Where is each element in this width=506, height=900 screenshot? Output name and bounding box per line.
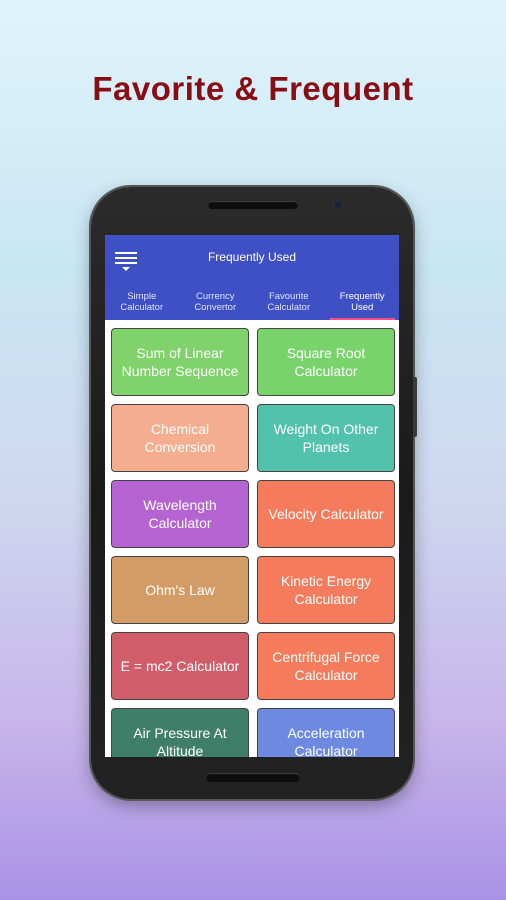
app-bar: Frequently Used Simple Calculator Curren…: [105, 235, 399, 320]
tile-label: Acceleration Calculator: [287, 725, 365, 757]
tile-label: Weight On Other Planets: [273, 421, 379, 455]
tile-label: Chemical Conversion: [144, 421, 216, 455]
tile-wavelength[interactable]: Wavelength Calculator: [111, 480, 249, 548]
tab-label-line2: Convertor: [194, 302, 237, 313]
app-screen: Frequently Used Simple Calculator Curren…: [105, 235, 399, 757]
tile-label: Ohm's Law: [145, 582, 215, 598]
phone-frame: Frequently Used Simple Calculator Curren…: [91, 187, 417, 799]
tab-label-line1: Currency: [195, 291, 235, 302]
tile-kinetic-energy[interactable]: Kinetic Energy Calculator: [257, 556, 395, 624]
earpiece-speaker: [208, 201, 298, 209]
tile-square-root[interactable]: Square Root Calculator: [257, 328, 395, 396]
tile-ohms-law[interactable]: Ohm's Law: [111, 556, 249, 624]
tile-label: Kinetic Energy Calculator: [280, 573, 372, 607]
tile-label: Air Pressure At Altitude: [133, 725, 227, 757]
tile-label: E = mc2 Calculator: [120, 658, 240, 674]
tile-sum-linear-sequence[interactable]: Sum of Linear Number Sequence: [111, 328, 249, 396]
tile-centrifugal-force[interactable]: Centrifugal Force Calculator: [257, 632, 395, 700]
tile-label: Centrifugal Force Calculator: [272, 649, 380, 683]
tab-frequently-used[interactable]: Frequently Used: [326, 286, 400, 320]
bottom-speaker: [206, 773, 300, 782]
side-button: [413, 377, 417, 437]
tab-favourite-calculator[interactable]: Favourite Calculator: [252, 286, 326, 320]
tab-currency-convertor[interactable]: Currency Convertor: [179, 286, 253, 320]
tile-weight-other-planets[interactable]: Weight On Other Planets: [257, 404, 395, 472]
app-bar-title: Frequently Used: [207, 250, 297, 264]
tab-label-line1: Frequently: [339, 291, 385, 302]
tab-label-line1: Favourite: [268, 291, 309, 302]
tile-acceleration[interactable]: Acceleration Calculator: [257, 708, 395, 757]
tab-bar: Simple Calculator Currency Convertor Fav…: [105, 286, 399, 320]
tab-label-line2: Used: [351, 302, 374, 313]
tab-label-line1: Simple: [127, 291, 157, 302]
tab-label-line2: Calculator: [120, 302, 164, 313]
calculator-grid: Sum of Linear Number Sequence Square Roo…: [105, 320, 399, 757]
tab-label-line2: Calculator: [267, 302, 311, 313]
tile-air-pressure[interactable]: Air Pressure At Altitude: [111, 708, 249, 757]
front-camera: [334, 201, 342, 209]
tile-label: Velocity Calculator: [268, 506, 384, 522]
tile-e-mc2[interactable]: E = mc2 Calculator: [111, 632, 249, 700]
tile-label: Sum of Linear Number Sequence: [121, 345, 239, 379]
promo-title: Favorite & Frequent: [92, 70, 414, 107]
tile-velocity[interactable]: Velocity Calculator: [257, 480, 395, 548]
tile-chemical-conversion[interactable]: Chemical Conversion: [111, 404, 249, 472]
tab-simple-calculator[interactable]: Simple Calculator: [105, 286, 179, 320]
tile-label: Square Root Calculator: [286, 345, 366, 379]
tile-label: Wavelength Calculator: [143, 497, 217, 531]
